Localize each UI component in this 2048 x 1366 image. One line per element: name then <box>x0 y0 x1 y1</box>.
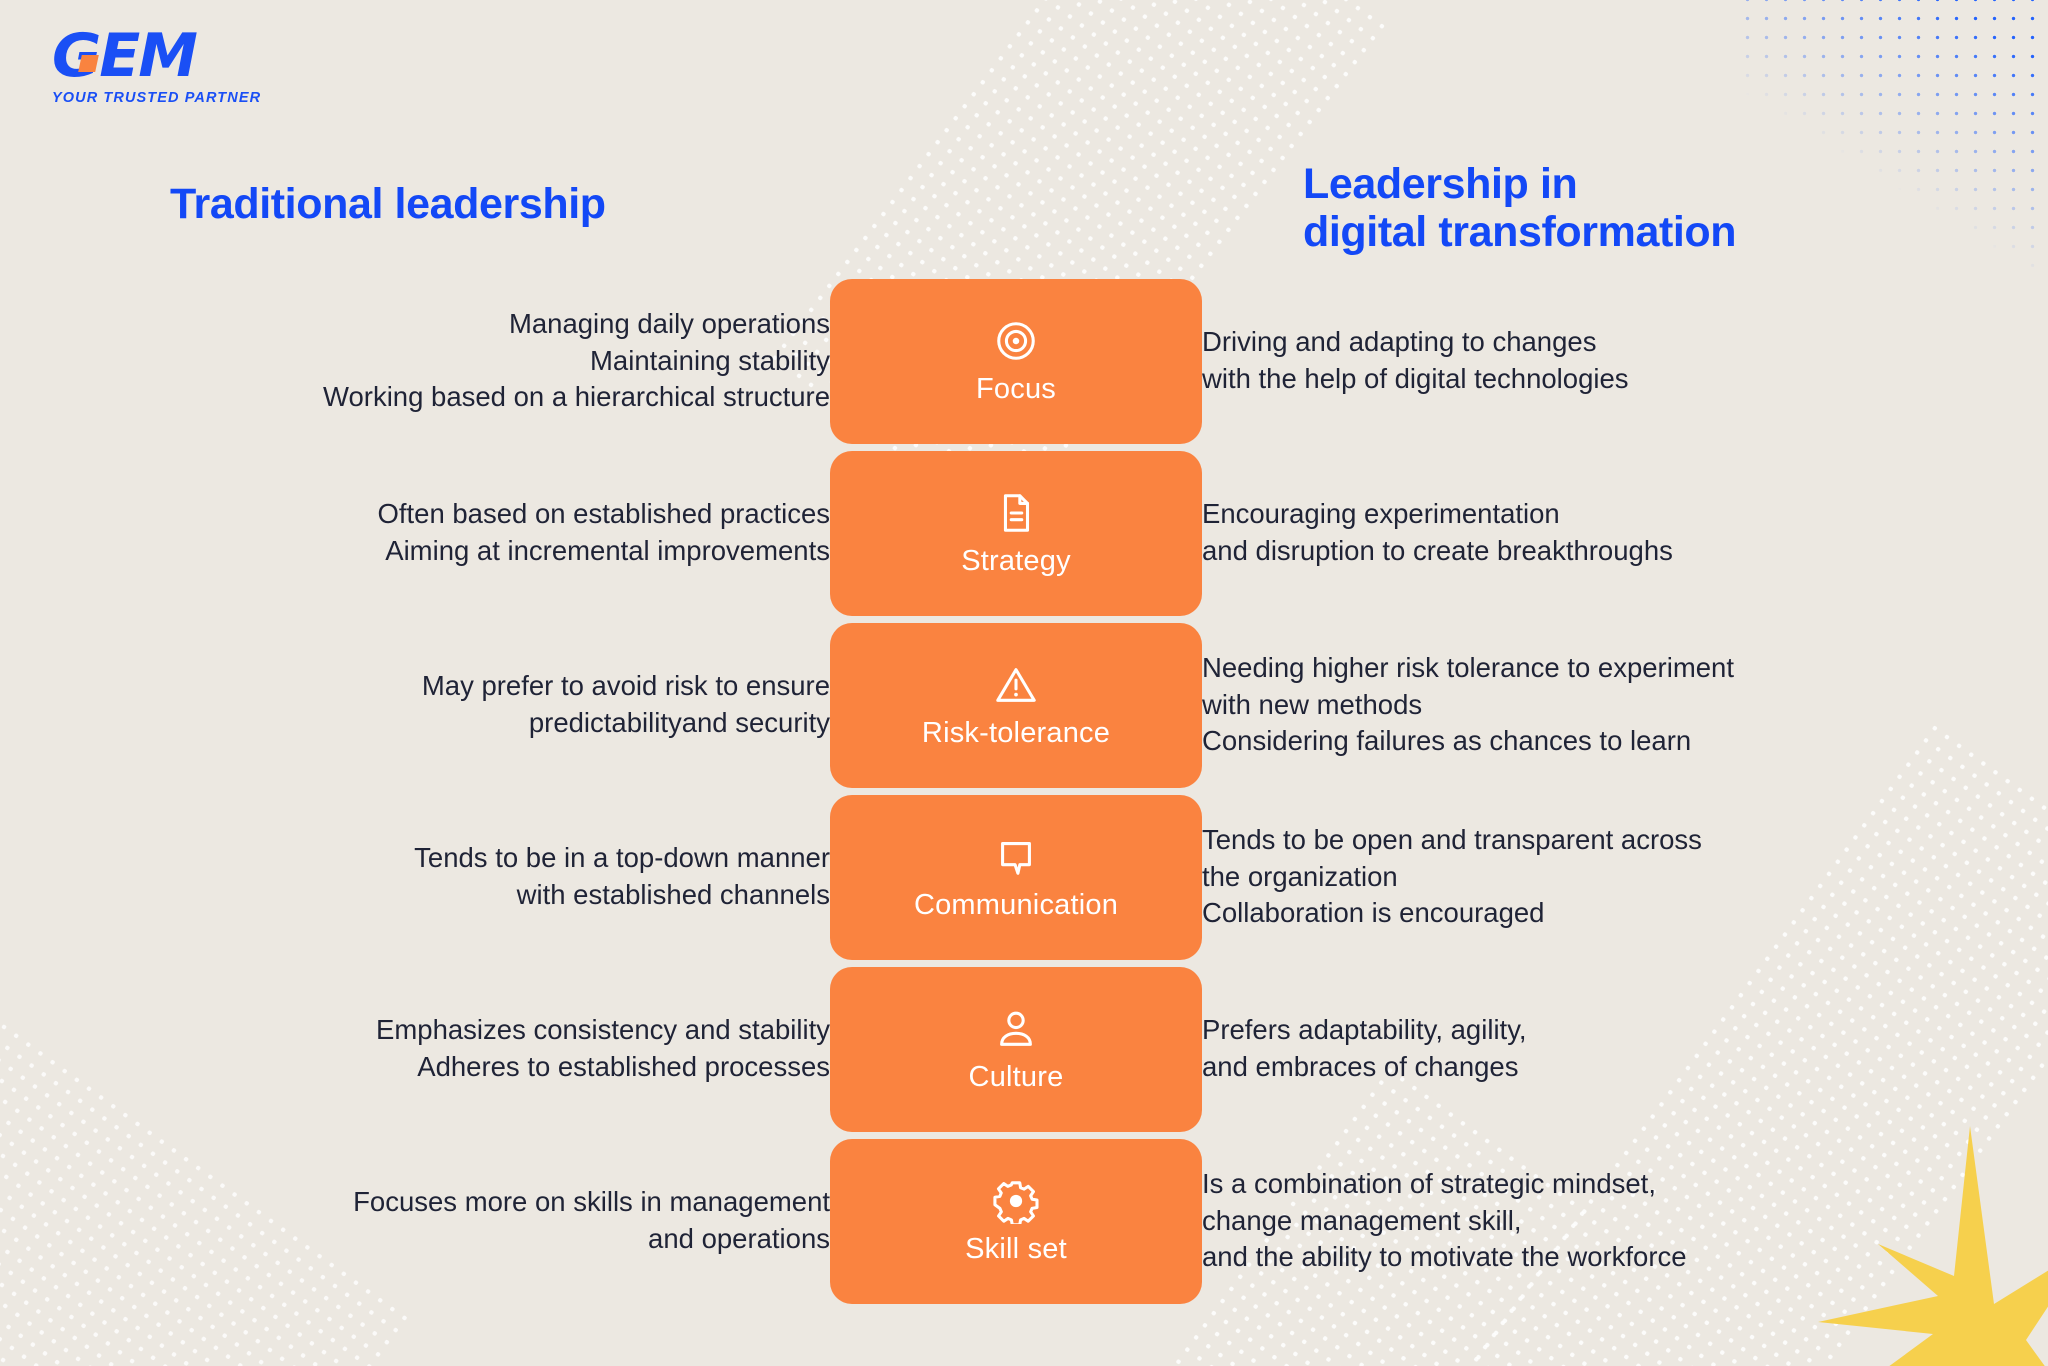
digital-cell: Tends to be open and transparent across … <box>1202 822 2048 933</box>
comparison-row: Managing daily operations Maintaining st… <box>0 275 2048 447</box>
category-card-focus[interactable]: Focus <box>830 278 1202 444</box>
digital-text: Driving and adapting to changes with the… <box>1202 326 1629 394</box>
category-card-skill-set[interactable]: Skill set <box>830 1138 1202 1304</box>
card-cell: Communication <box>830 794 1202 960</box>
document-icon <box>993 490 1039 536</box>
digital-cell: Needing higher risk tolerance to experim… <box>1202 650 2048 761</box>
infographic-canvas: GEM YOUR TRUSTED PARTNER Traditional lea… <box>0 0 2048 1366</box>
blue-dot-pattern-top-right <box>1738 0 2048 280</box>
card-cell: Risk-tolerance <box>830 622 1202 788</box>
logo-accent-square <box>78 55 99 72</box>
comparison-row: Focuses more on skills in management and… <box>0 1135 2048 1307</box>
card-cell: Strategy <box>830 450 1202 616</box>
gem-logo: GEM YOUR TRUSTED PARTNER <box>52 26 282 106</box>
logo-tagline: YOUR TRUSTED PARTNER <box>52 90 262 106</box>
traditional-cell: Emphasizes consistency and stability Adh… <box>0 1012 830 1086</box>
digital-text: Encouraging experimentation and disrupti… <box>1202 498 1673 566</box>
heading-traditional-leadership: Traditional leadership <box>170 180 606 228</box>
card-cell: Skill set <box>830 1138 1202 1304</box>
traditional-cell: Managing daily operations Maintaining st… <box>0 306 830 417</box>
traditional-cell: Tends to be in a top-down manner with es… <box>0 840 830 914</box>
category-card-risk-tolerance[interactable]: Risk-tolerance <box>830 622 1202 788</box>
card-label: Risk-tolerance <box>921 717 1111 749</box>
digital-cell: Is a combination of strategic mindset, c… <box>1202 1166 2048 1277</box>
traditional-cell: Often based on established practices Aim… <box>0 496 830 570</box>
gear-icon <box>993 1178 1039 1224</box>
person-icon <box>993 1006 1039 1052</box>
card-cell: Culture <box>830 966 1202 1132</box>
heading-digital-leadership: Leadership in digital transformation <box>1303 160 1737 257</box>
speech-bubble-icon <box>993 834 1039 880</box>
comparison-grid: Managing daily operations Maintaining st… <box>0 275 2048 1307</box>
card-label: Communication <box>913 889 1119 921</box>
traditional-text: Often based on established practices Aim… <box>377 498 830 566</box>
digital-cell: Encouraging experimentation and disrupti… <box>1202 496 2048 570</box>
digital-text: Is a combination of strategic mindset, c… <box>1202 1167 1687 1273</box>
card-label: Skill set <box>965 1233 1067 1265</box>
category-card-communication[interactable]: Communication <box>830 794 1202 960</box>
comparison-row: Often based on established practices Aim… <box>0 447 2048 619</box>
category-card-strategy[interactable]: Strategy <box>830 450 1202 616</box>
warning-triangle-icon <box>993 662 1039 708</box>
digital-text: Tends to be open and transparent across … <box>1202 823 1702 929</box>
traditional-text: Tends to be in a top-down manner with es… <box>414 842 830 910</box>
logo-wordmark: GEM <box>52 26 198 86</box>
traditional-text: May prefer to avoid risk to ensure predi… <box>421 670 830 738</box>
digital-text: Needing higher risk tolerance to experim… <box>1202 651 1734 757</box>
comparison-row: Tends to be in a top-down manner with es… <box>0 791 2048 963</box>
card-label: Focus <box>976 373 1056 405</box>
category-card-culture[interactable]: Culture <box>830 966 1202 1132</box>
card-label: Culture <box>968 1061 1064 1093</box>
digital-cell: Driving and adapting to changes with the… <box>1202 324 2048 398</box>
card-label: Strategy <box>961 545 1071 577</box>
traditional-cell: Focuses more on skills in management and… <box>0 1184 830 1258</box>
comparison-row: May prefer to avoid risk to ensure predi… <box>0 619 2048 791</box>
digital-cell: Prefers adaptability, agility, and embra… <box>1202 1012 2048 1086</box>
card-cell: Focus <box>830 278 1202 444</box>
traditional-text: Emphasizes consistency and stability Adh… <box>376 1014 830 1082</box>
target-icon <box>993 318 1039 364</box>
comparison-row: Emphasizes consistency and stability Adh… <box>0 963 2048 1135</box>
logo-text: GEM <box>52 21 198 91</box>
traditional-text: Managing daily operations Maintaining st… <box>323 307 830 413</box>
digital-text: Prefers adaptability, agility, and embra… <box>1202 1014 1527 1082</box>
traditional-cell: May prefer to avoid risk to ensure predi… <box>0 668 830 742</box>
traditional-text: Focuses more on skills in management and… <box>353 1186 830 1254</box>
